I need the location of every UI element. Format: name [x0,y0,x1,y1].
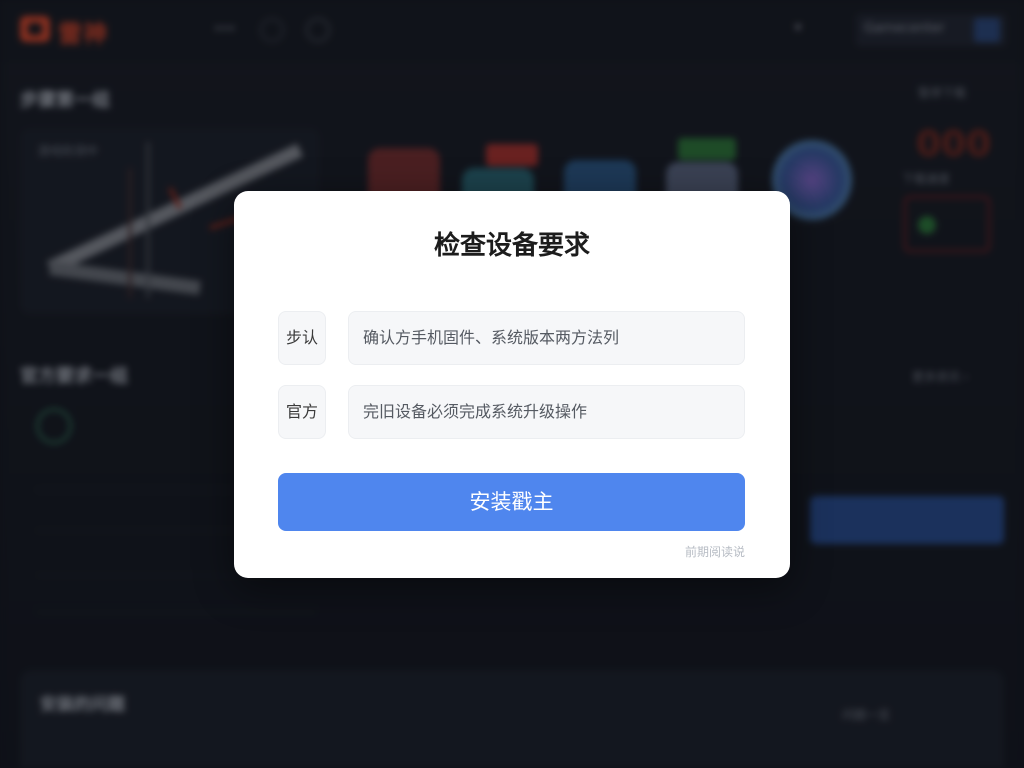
requirement-field-1: 确认方手机固件、系统版本两方法列 [348,311,745,365]
read-more-link[interactable]: 前期阅读说 [645,543,745,560]
requirement-field-2: 完旧设备必须完成系统升级操作 [348,385,745,439]
dialog-title: 检查设备要求 [433,231,590,261]
install-button[interactable]: 安装戳主 [278,473,745,531]
row-label: 官方 [278,385,326,439]
row-label: 步认 [278,311,326,365]
device-check-dialog: 检查设备要求 步认 确认方手机固件、系统版本两方法列 官方 完旧设备必须完成系统… [234,191,790,578]
